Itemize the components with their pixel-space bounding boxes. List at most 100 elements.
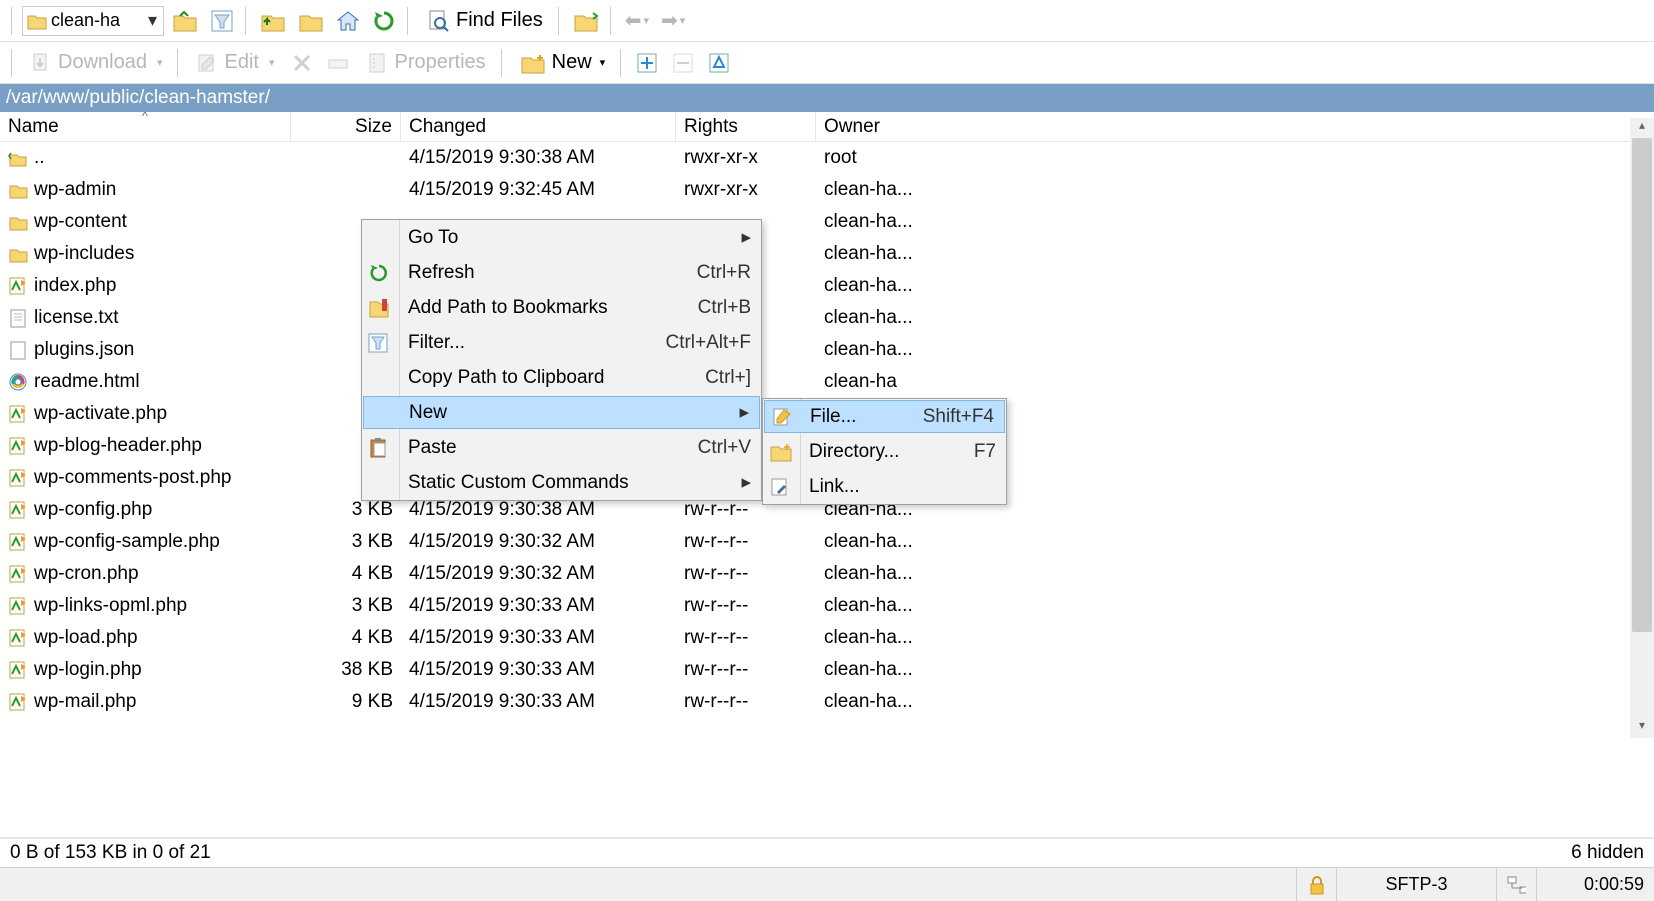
file-owner: clean-ha xyxy=(816,371,1464,393)
path-bar[interactable]: /var/www/public/clean-hamster/ xyxy=(0,84,1654,112)
file-row[interactable]: plugins.jsonclean-ha... xyxy=(0,334,1654,366)
file-name: wp-mail.php xyxy=(34,691,136,713)
toolbar-separator xyxy=(501,49,505,77)
newfile-icon xyxy=(771,406,797,428)
download-button[interactable]: Download ▾ xyxy=(22,47,170,79)
filter-button[interactable] xyxy=(206,5,238,37)
menu-item-static-custom-commands[interactable]: Static Custom Commands▸ xyxy=(362,465,761,500)
file-name: wp-cron.php xyxy=(34,563,139,585)
file-row[interactable]: wp-includesclean-ha... xyxy=(0,238,1654,270)
file-row[interactable]: license.txt20clean-ha... xyxy=(0,302,1654,334)
selection-status: 0 B of 153 KB in 0 of 21 xyxy=(10,842,211,864)
scrollbar-thumb[interactable] xyxy=(1632,138,1652,632)
refresh-folder-button[interactable] xyxy=(294,5,328,37)
menu-item-go-to[interactable]: Go To▸ xyxy=(362,220,761,255)
vertical-scrollbar[interactable]: ▴ ▾ xyxy=(1630,118,1654,738)
delete-button[interactable] xyxy=(286,47,318,79)
menu-label: Static Custom Commands xyxy=(408,472,741,494)
file-rights: rw-r--r-- xyxy=(676,691,816,713)
edit-label: Edit xyxy=(224,51,258,74)
file-owner: clean-ha... xyxy=(816,595,1464,617)
edit-button[interactable]: Edit ▾ xyxy=(188,47,282,79)
file-row[interactable]: wp-cron.php4 KB4/15/2019 9:30:32 AMrw-r-… xyxy=(0,558,1654,590)
scroll-up-icon[interactable]: ▴ xyxy=(1630,118,1654,138)
file-row[interactable]: readme.html8clean-ha xyxy=(0,366,1654,398)
file-row[interactable]: wp-admin4/15/2019 9:32:45 AMrwxr-xr-xcle… xyxy=(0,174,1654,206)
scroll-down-icon[interactable]: ▾ xyxy=(1630,718,1654,738)
file-name: wp-comments-post.php xyxy=(34,467,231,489)
file-icon xyxy=(8,245,28,263)
file-row[interactable]: wp-mail.php9 KB4/15/2019 9:30:33 AMrw-r-… xyxy=(0,686,1654,718)
submenu-item-directory...[interactable]: Directory...F7 xyxy=(763,434,1006,469)
sync-button[interactable] xyxy=(569,5,603,37)
submenu-item-file...[interactable]: File...Shift+F4 xyxy=(764,400,1005,433)
menu-item-filter-[interactable]: Filter...Ctrl+Alt+F xyxy=(362,325,761,360)
column-rights[interactable]: Rights xyxy=(676,112,816,141)
file-size: 4 KB xyxy=(291,563,401,585)
file-row[interactable]: ..4/15/2019 9:30:38 AMrwxr-xr-xroot xyxy=(0,142,1654,174)
newfolder-icon xyxy=(769,442,795,462)
file-owner: clean-ha... xyxy=(816,659,1464,681)
minus-button[interactable] xyxy=(667,47,699,79)
submenu-item-link...[interactable]: Link... xyxy=(763,469,1006,504)
menu-item-refresh[interactable]: RefreshCtrl+R xyxy=(362,255,761,290)
file-icon xyxy=(8,404,28,424)
file-row[interactable]: wp-config-sample.php3 KB4/15/2019 9:30:3… xyxy=(0,526,1654,558)
properties-button[interactable]: Properties xyxy=(358,47,493,79)
menu-shortcut: Ctrl+] xyxy=(705,367,751,389)
find-files-button[interactable]: Find Files xyxy=(418,5,551,37)
menu-label: Directory... xyxy=(809,441,954,463)
toolbar-actions: Download ▾ Edit ▾ Properties New ▾ xyxy=(0,42,1654,84)
file-icon xyxy=(8,468,28,488)
file-icon xyxy=(8,372,28,392)
chevron-down-icon[interactable]: ▾ xyxy=(142,10,163,31)
file-row[interactable]: wp-contentclean-ha... xyxy=(0,206,1654,238)
file-changed: 4/15/2019 9:32:45 AM xyxy=(401,179,676,201)
select-all-button[interactable] xyxy=(703,47,735,79)
file-icon xyxy=(8,436,28,456)
menu-shortcut: Ctrl+B xyxy=(698,297,751,319)
forward-button[interactable]: ➡▾ xyxy=(657,5,689,37)
plus-button[interactable] xyxy=(631,47,663,79)
file-name: wp-blog-header.php xyxy=(34,435,202,457)
menu-item-new[interactable]: New▸ xyxy=(363,396,760,429)
menu-item-add-path-to-bookmarks[interactable]: Add Path to BookmarksCtrl+B xyxy=(362,290,761,325)
file-changed: 4/15/2019 9:30:33 AM xyxy=(401,595,676,617)
file-icon xyxy=(8,564,28,584)
file-row[interactable]: index.phpclean-ha... xyxy=(0,270,1654,302)
column-name[interactable]: Name ^ xyxy=(0,112,291,141)
new-label: New xyxy=(552,51,592,74)
file-icon xyxy=(8,340,28,360)
file-row[interactable]: wp-links-opml.php3 KB4/15/2019 9:30:33 A… xyxy=(0,590,1654,622)
file-row[interactable]: wp-load.php4 KB4/15/2019 9:30:33 AMrw-r-… xyxy=(0,622,1654,654)
file-owner: clean-ha... xyxy=(816,339,1464,361)
toolbar-separator xyxy=(620,49,624,77)
file-size: 3 KB xyxy=(291,595,401,617)
column-changed[interactable]: Changed xyxy=(401,112,676,141)
file-icon xyxy=(8,149,28,167)
menu-item-paste[interactable]: PasteCtrl+V xyxy=(362,430,761,465)
toolbar-separator xyxy=(245,7,249,35)
file-name: index.php xyxy=(34,275,116,297)
rename-button[interactable] xyxy=(322,47,354,79)
up-button[interactable] xyxy=(256,5,290,37)
back-button[interactable]: ⬅▾ xyxy=(621,5,653,37)
toolbar-separator xyxy=(11,7,15,35)
connection-icon[interactable] xyxy=(1496,868,1536,901)
file-changed: 4/15/2019 9:30:33 AM xyxy=(401,627,676,649)
path-combo[interactable]: clean-ha ▾ xyxy=(22,6,164,36)
connection-time: 0:00:59 xyxy=(1536,868,1654,901)
menu-item-copy-path-to-clipboard[interactable]: Copy Path to ClipboardCtrl+] xyxy=(362,360,761,395)
parent-folder-button[interactable] xyxy=(168,5,202,37)
home-button[interactable] xyxy=(332,5,364,37)
file-owner: clean-ha... xyxy=(816,179,1464,201)
hidden-count: 6 hidden xyxy=(1571,842,1644,864)
bookmark-icon xyxy=(368,297,394,319)
file-name: wp-activate.php xyxy=(34,403,167,425)
file-row[interactable]: wp-login.php38 KB4/15/2019 9:30:33 AMrw-… xyxy=(0,654,1654,686)
refresh-button[interactable] xyxy=(368,5,400,37)
new-button[interactable]: New ▾ xyxy=(512,47,614,79)
column-size[interactable]: Size xyxy=(291,112,401,141)
file-name: license.txt xyxy=(34,307,118,329)
column-owner[interactable]: Owner xyxy=(816,112,1464,141)
